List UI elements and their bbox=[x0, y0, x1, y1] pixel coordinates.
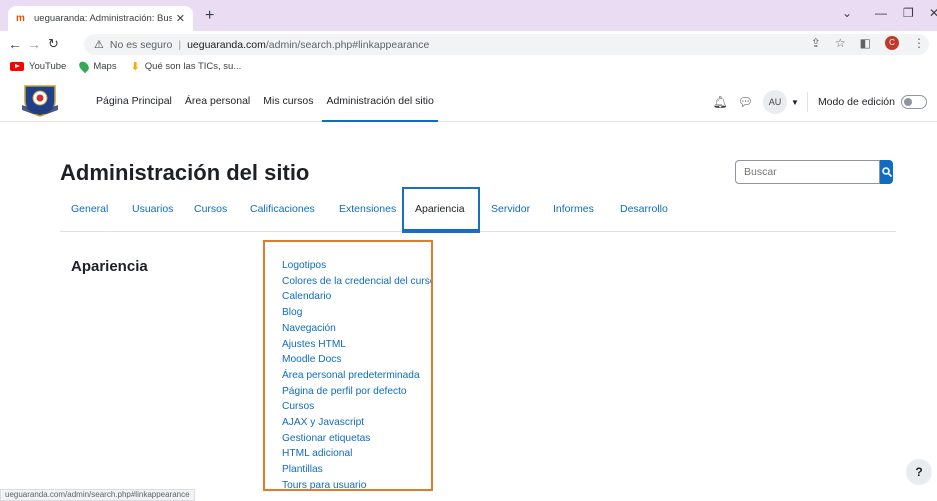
tab-calificaciones[interactable]: Calificaciones bbox=[250, 203, 315, 215]
link-blog[interactable]: Blog bbox=[282, 305, 431, 321]
minimize-icon[interactable]: — bbox=[875, 6, 887, 20]
link-ajustes-html[interactable]: Ajustes HTML bbox=[282, 337, 431, 353]
warning-icon[interactable]: ⚠ bbox=[94, 38, 104, 51]
reload-icon[interactable]: ↻ bbox=[48, 36, 59, 52]
school-logo-icon[interactable] bbox=[21, 83, 59, 117]
profile-avatar[interactable]: C bbox=[885, 36, 899, 50]
tab-extensiones[interactable]: Extensiones bbox=[339, 203, 396, 215]
address-bar[interactable]: ⚠ No es seguro | ueguaranda.com /admin/s… bbox=[84, 34, 929, 55]
help-button[interactable]: ? bbox=[906, 459, 932, 485]
new-tab-icon[interactable]: + bbox=[205, 7, 214, 25]
divider bbox=[806, 92, 808, 112]
bookmark-maps[interactable]: Maps bbox=[77, 59, 117, 73]
appearance-links: Logotipos Colores de la credencial del c… bbox=[282, 258, 431, 489]
link-pagina-perfil[interactable]: Página de perfil por defecto bbox=[282, 384, 431, 400]
forward-icon[interactable]: → bbox=[27, 36, 41, 52]
bookmark-label: YouTube bbox=[29, 60, 67, 72]
nav-area-personal[interactable]: Área personal bbox=[181, 78, 254, 122]
notifications-bell-icon[interactable]: 🔔︎ bbox=[713, 95, 728, 109]
link-html-adicional[interactable]: HTML adicional bbox=[282, 446, 431, 462]
bookmark-youtube[interactable]: YouTube bbox=[10, 61, 66, 72]
link-colores-credencial[interactable]: Colores de la credencial del curso bbox=[282, 274, 431, 290]
back-icon[interactable]: ← bbox=[8, 36, 22, 52]
tab-general[interactable]: General bbox=[71, 203, 108, 215]
browser-tab-title: ueguaranda: Administración: Bus bbox=[34, 13, 172, 24]
link-gestionar-etiquetas[interactable]: Gestionar etiquetas bbox=[282, 431, 431, 447]
toolbar-icons: ⇪ ☆ ◧ C ⋮ bbox=[811, 36, 925, 50]
primary-navigation: Página Principal Área personal Mis curso… bbox=[92, 78, 443, 122]
url-path: /admin/search.php#linkappearance bbox=[265, 38, 430, 51]
bookmark-tics[interactable]: ⬇ Qué son las TICs, su... bbox=[131, 60, 242, 73]
link-ajax-javascript[interactable]: AJAX y Javascript bbox=[282, 415, 431, 431]
browser-status-url: ueguaranda.com/admin/search.php#linkappe… bbox=[0, 489, 195, 501]
nav-mis-cursos[interactable]: Mis cursos bbox=[259, 78, 317, 122]
close-tab-icon[interactable]: ✕ bbox=[176, 12, 185, 25]
download-icon: ⬇ bbox=[130, 60, 140, 73]
edit-mode-label: Modo de edición bbox=[817, 96, 895, 108]
url-separator: | bbox=[178, 38, 182, 51]
restore-icon[interactable]: ❐ bbox=[903, 6, 914, 20]
url-host: ueguaranda.com bbox=[187, 38, 266, 51]
link-logotipos[interactable]: Logotipos bbox=[282, 258, 431, 274]
maps-icon bbox=[77, 59, 92, 73]
navbar-right: 🔔︎ 💬︎ AU ▼ Modo de edición bbox=[713, 90, 927, 114]
moodle-favicon-icon: m bbox=[16, 12, 25, 24]
search-button[interactable] bbox=[880, 160, 893, 184]
highlighted-links-box: Logotipos Colores de la credencial del c… bbox=[263, 240, 433, 491]
link-moodle-docs[interactable]: Moodle Docs bbox=[282, 352, 431, 368]
nav-pagina-principal[interactable]: Página Principal bbox=[92, 78, 176, 122]
sidebar-icon[interactable]: ◧ bbox=[860, 36, 871, 50]
bookmark-label: Qué son las TICs, su... bbox=[144, 60, 242, 72]
search-icon bbox=[881, 167, 892, 177]
active-tab-highlight bbox=[402, 187, 480, 233]
link-navegacion[interactable]: Navegación bbox=[282, 321, 431, 337]
browser-tab[interactable]: m ueguaranda: Administración: Bus ✕ bbox=[8, 6, 193, 31]
youtube-icon bbox=[10, 61, 24, 71]
chevron-down-icon[interactable]: ▼ bbox=[791, 98, 799, 107]
insecure-label: No es seguro bbox=[109, 38, 173, 51]
share-icon[interactable]: ⇪ bbox=[811, 36, 821, 50]
messages-icon[interactable]: 💬︎ bbox=[738, 95, 753, 109]
tab-informes[interactable]: Informes bbox=[553, 203, 594, 215]
bookmark-star-icon[interactable]: ☆ bbox=[835, 36, 846, 50]
link-cursos[interactable]: Cursos bbox=[282, 399, 431, 415]
link-tours-usuario[interactable]: Tours para usuario bbox=[282, 478, 431, 489]
tab-desarrollo[interactable]: Desarrollo bbox=[620, 203, 668, 215]
browser-tabstrip: m ueguaranda: Administración: Bus ✕ + ⌄ … bbox=[0, 0, 937, 31]
bookmarks-bar: YouTube Maps ⬇ Qué son las TICs, su... bbox=[0, 57, 937, 75]
tab-cursos[interactable]: Cursos bbox=[194, 203, 227, 215]
link-area-personal-predeterminada[interactable]: Área personal predeterminada bbox=[282, 368, 431, 384]
close-window-icon[interactable]: ✕ bbox=[929, 6, 937, 20]
tab-servidor[interactable]: Servidor bbox=[491, 203, 530, 215]
page-title: Administración del sitio bbox=[60, 160, 310, 185]
browser-toolbar: ← → ↻ ⚠ No es seguro | ueguaranda.com /a… bbox=[0, 31, 937, 57]
search-input[interactable] bbox=[735, 160, 880, 184]
site-navbar: Página Principal Área personal Mis curso… bbox=[0, 78, 937, 122]
bookmark-label: Maps bbox=[93, 60, 117, 72]
tab-search-icon[interactable]: ⌄ bbox=[842, 6, 852, 20]
section-title: Apariencia bbox=[71, 258, 148, 275]
user-avatar[interactable]: AU bbox=[763, 90, 788, 114]
tab-usuarios[interactable]: Usuarios bbox=[132, 203, 173, 215]
admin-search bbox=[735, 160, 893, 184]
link-calendario[interactable]: Calendario bbox=[282, 289, 431, 305]
menu-icon[interactable]: ⋮ bbox=[913, 36, 925, 50]
link-plantillas[interactable]: Plantillas bbox=[282, 462, 431, 478]
nav-administracion[interactable]: Administración del sitio bbox=[322, 78, 438, 122]
edit-mode-toggle[interactable] bbox=[901, 95, 927, 109]
